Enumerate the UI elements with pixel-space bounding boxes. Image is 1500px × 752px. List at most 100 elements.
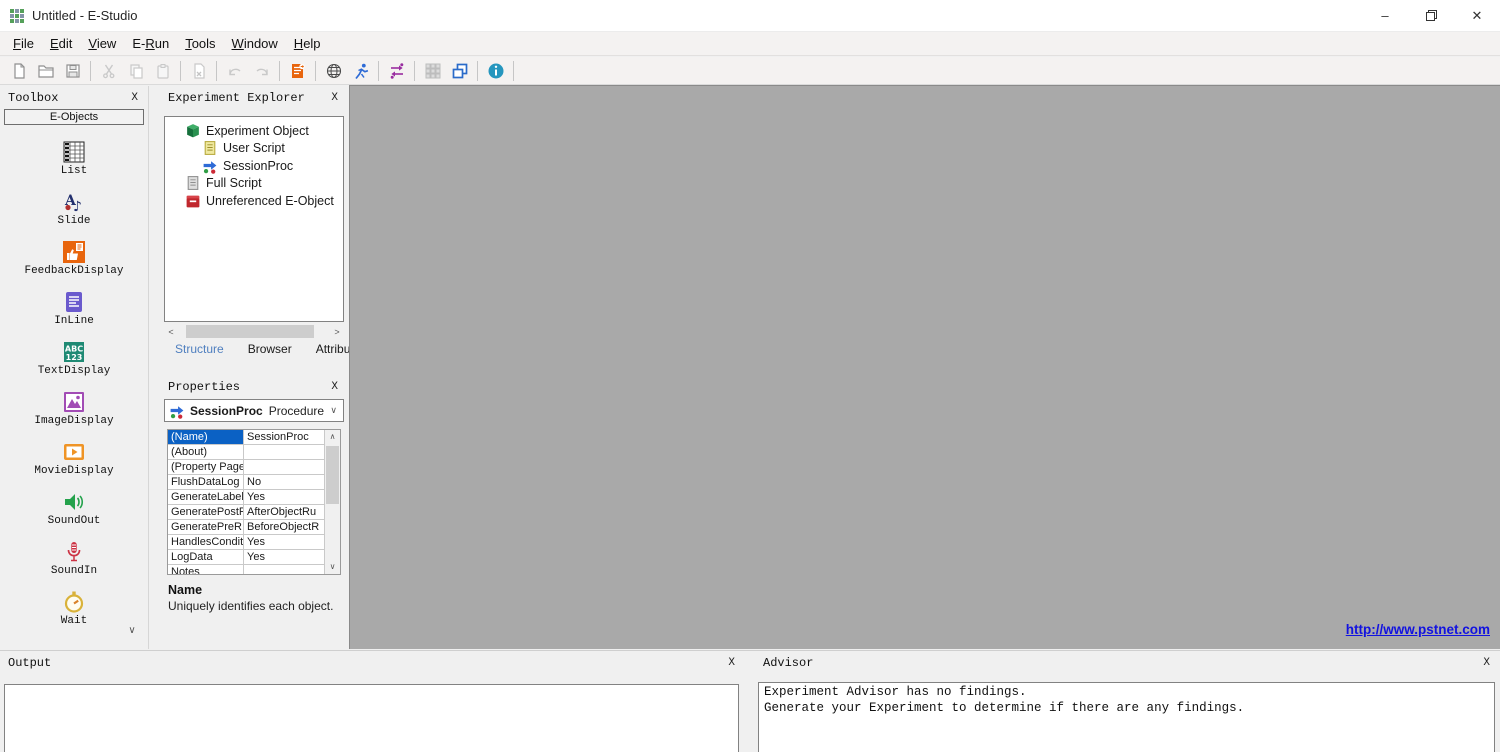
paste-button[interactable]: [149, 59, 176, 83]
property-row[interactable]: (Property Page: [168, 460, 324, 475]
toolbox-item-feedbackdisplay[interactable]: FeedbackDisplay: [14, 240, 134, 290]
tree-item-experiment-object[interactable]: Experiment Object: [165, 122, 343, 140]
toolbar-separator: [378, 61, 379, 81]
tree-item-sessionproc[interactable]: SessionProc: [165, 157, 343, 175]
info-icon: [487, 62, 505, 80]
explorer-close-button[interactable]: X: [331, 92, 338, 104]
scrollbar-thumb[interactable]: [326, 446, 339, 504]
property-key: FlushDataLog: [168, 475, 244, 489]
property-key: (Property Page: [168, 460, 244, 474]
scrollbar-track[interactable]: [178, 324, 330, 339]
toolbox-item-imagedisplay[interactable]: ImageDisplay: [14, 390, 134, 440]
bottom-panels: Output X Advisor X Experiment Advisor ha…: [0, 650, 1500, 752]
scroll-up-icon[interactable]: ∧: [325, 430, 340, 444]
advisor-close-button[interactable]: X: [1483, 657, 1490, 669]
save-button[interactable]: [59, 59, 86, 83]
advisor-content[interactable]: Experiment Advisor has no findings. Gene…: [758, 682, 1495, 752]
delete-button[interactable]: [185, 59, 212, 83]
cut-button[interactable]: [95, 59, 122, 83]
minimize-button[interactable]: –: [1362, 0, 1408, 31]
property-row[interactable]: LogDataYes: [168, 550, 324, 565]
undo-icon: [226, 62, 244, 80]
experiment-explorer-panel: Experiment Explorer X Experiment Object …: [160, 86, 348, 356]
property-row[interactable]: Notes: [168, 565, 324, 574]
run-button[interactable]: [347, 59, 374, 83]
property-value[interactable]: Yes: [244, 550, 324, 564]
toolbox-item-label: List: [61, 165, 87, 177]
generate-button[interactable]: [320, 59, 347, 83]
property-row[interactable]: FlushDataLogNo: [168, 475, 324, 490]
tree-item-unreferenced[interactable]: Unreferenced E-Object: [165, 192, 343, 210]
menu-help[interactable]: Help: [286, 33, 329, 54]
scroll-right-icon[interactable]: >: [330, 327, 344, 337]
toolbox-item-inline[interactable]: InLine: [14, 290, 134, 340]
property-description: Name Uniquely identifies each object.: [168, 583, 340, 613]
property-row[interactable]: (Name)SessionProc: [168, 430, 324, 445]
menu-view[interactable]: View: [80, 33, 124, 54]
tab-browser[interactable]: Browser: [242, 342, 298, 356]
property-row[interactable]: GeneratePreRBeforeObjectR: [168, 520, 324, 535]
script-button[interactable]: [284, 59, 311, 83]
arrange-windows-icon: [451, 62, 469, 80]
menu-edit[interactable]: Edit: [42, 33, 80, 54]
tree-item-full-script[interactable]: Full Script: [165, 175, 343, 193]
toolbox-item-list[interactable]: List: [14, 140, 134, 190]
property-row[interactable]: GeneratePostRAfterObjectRu: [168, 505, 324, 520]
explorer-horizontal-scrollbar[interactable]: < >: [164, 324, 344, 339]
property-row[interactable]: HandlesConditiYes: [168, 535, 324, 550]
scroll-down-icon[interactable]: ∨: [325, 560, 340, 574]
properties-close-button[interactable]: X: [331, 381, 338, 393]
toolbox-item-slide[interactable]: A♪ Slide: [14, 190, 134, 240]
close-button[interactable]: ✕: [1454, 0, 1500, 31]
property-row[interactable]: GenerateLabelYes: [168, 490, 324, 505]
output-content[interactable]: [4, 684, 739, 752]
package-button[interactable]: [419, 59, 446, 83]
property-value[interactable]: [244, 460, 324, 474]
property-value[interactable]: Yes: [244, 535, 324, 549]
menu-file[interactable]: File: [5, 33, 42, 54]
scroll-left-icon[interactable]: <: [164, 327, 178, 337]
output-close-button[interactable]: X: [728, 657, 735, 669]
copy-button[interactable]: [122, 59, 149, 83]
e-objects-group-button[interactable]: E-Objects: [4, 109, 144, 125]
toolbox-item-soundin[interactable]: SoundIn: [14, 540, 134, 590]
property-value[interactable]: Yes: [244, 490, 324, 504]
arrange-windows-button[interactable]: [446, 59, 473, 83]
menu-tools[interactable]: Tools: [177, 33, 223, 54]
about-button[interactable]: [482, 59, 509, 83]
undo-button[interactable]: [221, 59, 248, 83]
property-value[interactable]: SessionProc: [244, 430, 324, 444]
restore-button[interactable]: [1408, 0, 1454, 31]
tab-structure[interactable]: Structure: [169, 342, 230, 356]
property-row[interactable]: (About): [168, 445, 324, 460]
property-key: GeneratePreR: [168, 520, 244, 534]
toolbox-item-textdisplay[interactable]: ABC123 TextDisplay: [14, 340, 134, 390]
toolbox-item-moviedisplay[interactable]: MovieDisplay: [14, 440, 134, 490]
advisor-line: Experiment Advisor has no findings.: [764, 685, 1489, 701]
redo-button[interactable]: [248, 59, 275, 83]
menu-window[interactable]: Window: [224, 33, 286, 54]
property-value[interactable]: AfterObjectRu: [244, 505, 324, 519]
property-value[interactable]: [244, 445, 324, 459]
scrollbar-thumb[interactable]: [186, 325, 314, 338]
open-button[interactable]: [32, 59, 59, 83]
new-button[interactable]: [5, 59, 32, 83]
window-title: Untitled - E-Studio: [32, 8, 138, 23]
properties-object-selector[interactable]: SessionProc Procedure ∨: [164, 399, 344, 422]
convert-button[interactable]: [383, 59, 410, 83]
properties-vertical-scrollbar[interactable]: ∧ ∨: [324, 430, 340, 574]
pstnet-link[interactable]: http://www.pstnet.com: [1346, 622, 1490, 637]
menu-e-run[interactable]: E-Run: [124, 33, 177, 54]
toolbox-item-soundout[interactable]: SoundOut: [14, 490, 134, 540]
tree-item-user-script[interactable]: User Script: [165, 140, 343, 158]
procedure-icon: [169, 403, 185, 419]
toolbar-separator: [279, 61, 280, 81]
property-value[interactable]: [244, 565, 324, 574]
explorer-title: Experiment Explorer: [168, 91, 305, 105]
toolbox-item-label: FeedbackDisplay: [24, 265, 123, 277]
property-value[interactable]: No: [244, 475, 324, 489]
toolbox-scroll-down-button[interactable]: ∨: [122, 623, 142, 639]
property-value[interactable]: BeforeObjectR: [244, 520, 324, 534]
toolbox-item-wait[interactable]: Wait: [14, 590, 134, 640]
toolbox-close-button[interactable]: X: [131, 92, 138, 104]
